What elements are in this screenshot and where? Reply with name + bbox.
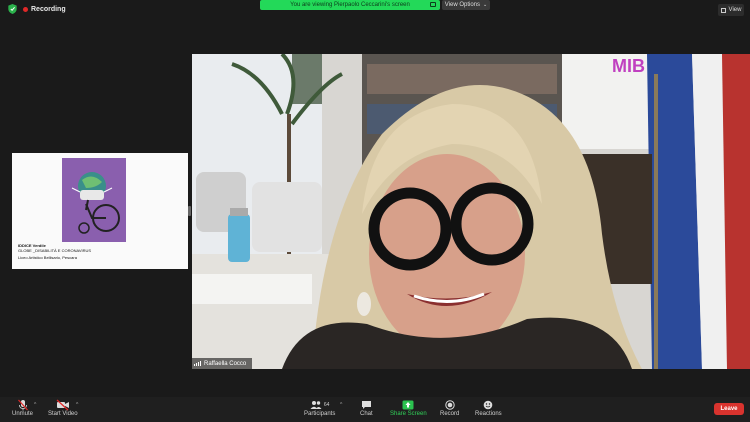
video-frame: MIB xyxy=(192,54,750,369)
record-dot-icon xyxy=(23,6,28,12)
signal-icon xyxy=(194,361,201,366)
shared-screen-thumbnail[interactable]: IDDICE Verdile GLOBE _DISABILITÀ E CORON… xyxy=(12,153,188,269)
slide-caption: IDDICE Verdile GLOBE _DISABILITÀ E CORON… xyxy=(18,243,168,260)
start-video-button[interactable]: Start Video xyxy=(48,399,78,417)
share-screen-icon xyxy=(402,399,414,411)
mic-muted-icon xyxy=(17,399,29,411)
view-options-label: View Options xyxy=(444,2,481,8)
participants-icon: 64 xyxy=(310,399,330,411)
slide-caption-school: Liceo Artistico Bellisario, Pescara xyxy=(18,255,77,260)
share-screen-button[interactable]: Share Screen xyxy=(390,399,427,417)
video-options-chevron[interactable]: ^ xyxy=(76,402,78,408)
participants-button[interactable]: 64 Participants xyxy=(304,399,335,417)
zoom-meeting-window: Recording You are viewing Pierpaolo Cecc… xyxy=(0,0,750,422)
leave-button[interactable]: Leave xyxy=(714,403,744,415)
record-label: Record xyxy=(440,411,460,417)
active-speaker-video: MIB Raffaella Cocco xyxy=(192,54,750,369)
recording-label: Recording xyxy=(31,5,66,13)
reactions-button[interactable]: Reactions xyxy=(475,399,502,417)
participant-name: Raffaella Cocco xyxy=(204,360,247,367)
video-off-icon xyxy=(56,399,70,411)
chevron-down-icon: ⌄ xyxy=(483,2,488,8)
view-label: View xyxy=(728,7,742,13)
recording-indicator: Recording xyxy=(8,4,66,14)
viewing-banner-text: You are viewing Pierpaolo Ceccarini's sc… xyxy=(290,2,410,8)
grid-icon xyxy=(720,7,726,13)
view-options-button[interactable]: View Options ⌄ xyxy=(442,0,490,10)
audio-options-chevron[interactable]: ^ xyxy=(34,402,36,408)
shield-icon xyxy=(8,4,17,14)
slide-artwork xyxy=(62,158,126,242)
unmute-label: Unmute xyxy=(12,411,34,417)
participants-count: 64 xyxy=(323,402,330,408)
screen-icon xyxy=(430,2,436,7)
start-video-label: Start Video xyxy=(48,411,78,417)
chat-button[interactable]: Chat xyxy=(360,399,373,417)
reactions-icon xyxy=(483,399,493,411)
panel-resize-handle[interactable] xyxy=(188,206,191,216)
chat-label: Chat xyxy=(360,411,373,417)
reactions-label: Reactions xyxy=(475,411,502,417)
share-screen-label: Share Screen xyxy=(390,411,427,417)
record-button[interactable]: Record xyxy=(440,399,459,417)
participant-name-tag: Raffaella Cocco xyxy=(192,358,253,369)
slide-caption-subtitle: GLOBE _DISABILITÀ E CORONAVIRUS xyxy=(18,248,92,253)
unmute-button[interactable]: Unmute xyxy=(12,399,33,417)
viewing-screen-banner: You are viewing Pierpaolo Ceccarini's sc… xyxy=(260,0,440,10)
record-icon xyxy=(444,399,455,411)
top-bar: Recording You are viewing Pierpaolo Cecc… xyxy=(0,0,750,20)
banner-text: MIB xyxy=(612,56,645,76)
participants-options-chevron[interactable]: ^ xyxy=(340,402,342,408)
view-button[interactable]: View xyxy=(718,4,744,16)
chat-icon xyxy=(361,399,372,411)
meeting-toolbar: Unmute ^ Start Video ^ 64 Participants ^… xyxy=(0,397,750,422)
participants-label: Participants xyxy=(304,411,336,417)
